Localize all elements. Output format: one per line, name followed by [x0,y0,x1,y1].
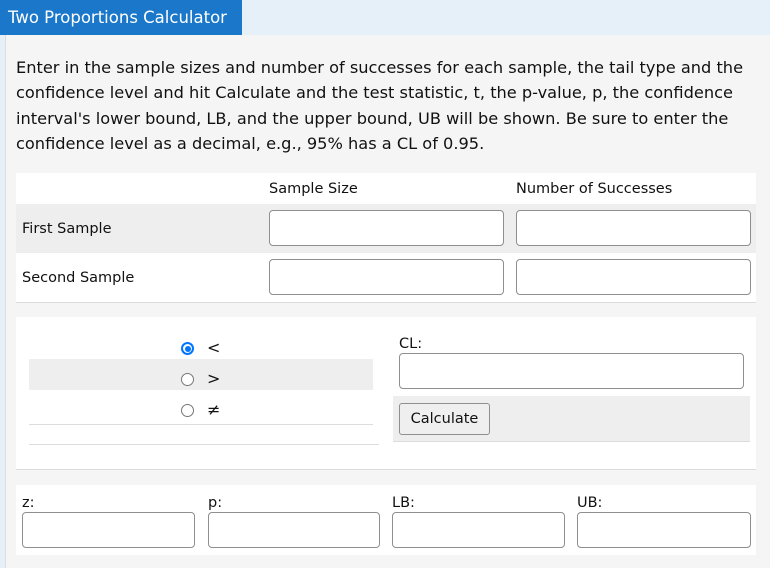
z-output[interactable] [22,512,195,548]
header-number-of-successes: Number of Successes [516,181,673,197]
p-label: p: [208,495,223,511]
lb-output[interactable] [392,512,565,548]
second-sample-label: Second Sample [22,270,135,286]
samples-table: Sample Size Number of Successes First Sa… [16,173,756,302]
tail-divider-bottom [29,444,379,445]
ub-output[interactable] [577,512,751,548]
tail-less-symbol: < [207,338,221,357]
tail-greater-radio[interactable] [181,373,194,386]
p-output[interactable] [208,512,380,548]
calculate-divider [393,441,750,442]
tail-not-equal-radio[interactable] [181,404,194,417]
calculate-button[interactable]: Calculate [399,403,490,435]
header-sample-size: Sample Size [269,181,358,197]
instructions-text: Enter in the sample sizes and number of … [16,58,744,153]
tail-row-greater [29,359,373,390]
tail-greater-symbol: > [207,369,221,388]
second-sample-successes-input[interactable] [516,259,751,295]
calculator-panel: Enter in the sample sizes and number of … [5,35,770,568]
second-sample-size-input[interactable] [269,259,504,295]
ub-label: UB: [577,495,603,511]
first-sample-label: First Sample [22,221,112,237]
cl-label: CL: [399,336,423,352]
results-section: z: p: LB: UB: [16,485,756,555]
z-label: z: [22,495,35,511]
first-sample-successes-input[interactable] [516,210,751,246]
cl-input[interactable] [399,353,744,389]
lb-label: LB: [392,495,415,511]
first-sample-size-input[interactable] [269,210,504,246]
options-divider [16,469,756,470]
options-section: < > ≠ CL: Calculate [16,317,756,469]
page-title: Two Proportions Calculator [0,0,242,35]
tail-less-radio[interactable] [181,342,194,355]
tail-divider [29,424,373,425]
samples-divider [16,302,756,303]
tail-not-equal-symbol: ≠ [207,400,221,419]
